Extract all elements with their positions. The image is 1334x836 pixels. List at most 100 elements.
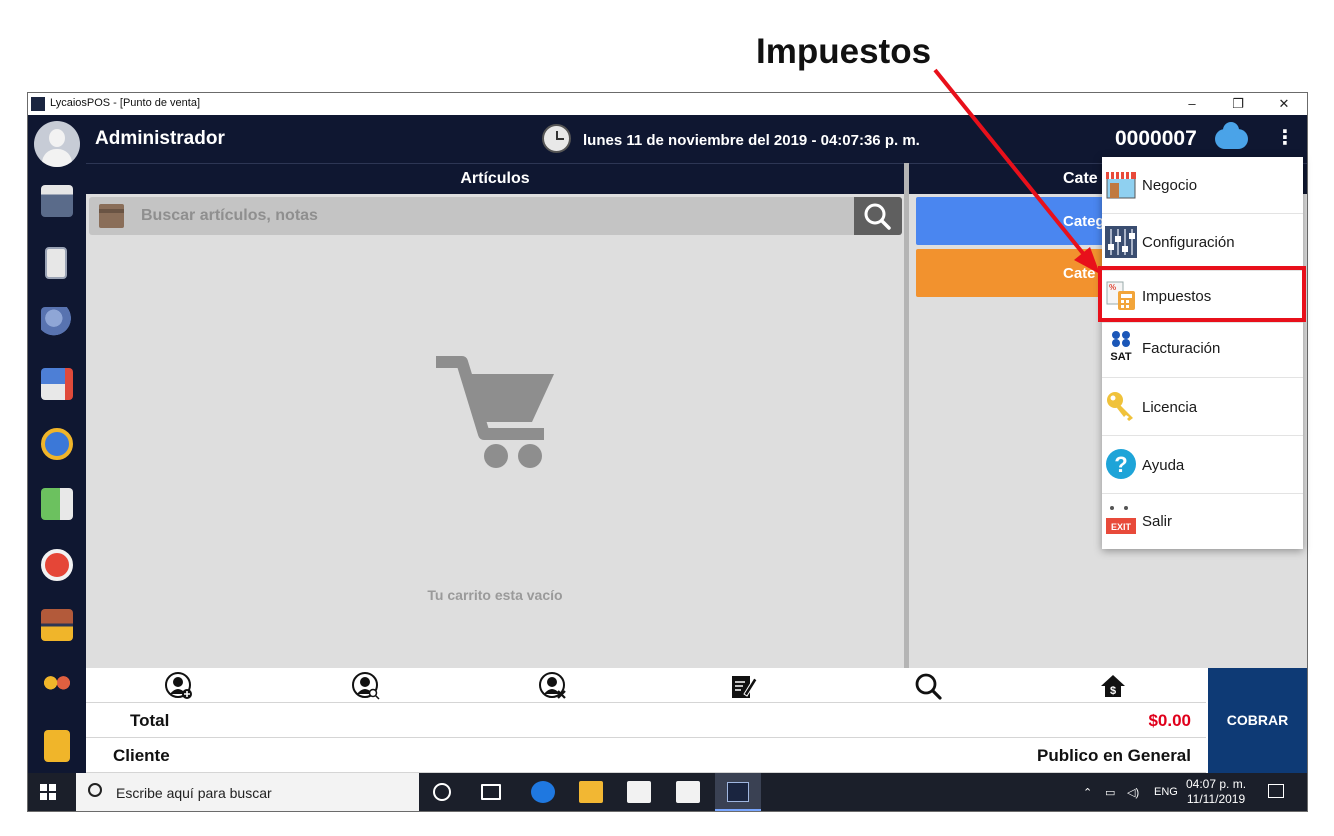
- search-client-icon[interactable]: [352, 672, 380, 700]
- ticket-number: 0000007: [1115, 127, 1197, 150]
- minimize-button[interactable]: –: [1169, 93, 1215, 115]
- category-label: Cate: [1063, 265, 1096, 282]
- cortana-icon[interactable]: [433, 783, 451, 801]
- sidebar-pos-register-icon[interactable]: [41, 185, 73, 217]
- window-titlebar: LycaiosPOS - [Punto de venta] – ❐ ✕: [28, 93, 1307, 115]
- client-value: Publico en General: [1037, 746, 1191, 765]
- total-amount: $0.00: [1148, 711, 1191, 730]
- mail-app-icon[interactable]: [676, 781, 700, 803]
- clock-icon: [542, 124, 571, 153]
- sidebar-users-icon[interactable]: [41, 670, 73, 702]
- category-label: Categ: [1063, 213, 1105, 230]
- cash-house-icon[interactable]: $: [1099, 672, 1127, 700]
- taskbar-search-placeholder: Escribe aquí para buscar: [116, 785, 272, 801]
- menu-label: Configuración: [1142, 234, 1235, 251]
- menu-label: Impuestos: [1142, 288, 1212, 305]
- exit-icon: EXIT: [1106, 506, 1136, 534]
- search-bar: [89, 197, 902, 235]
- lycaiospos-app-icon: [727, 782, 749, 802]
- empty-cart-message: Tu carrito esta vacío: [427, 587, 563, 603]
- menu-label: Salir: [1142, 513, 1173, 530]
- system-clock[interactable]: 04:07 p. m. 11/11/2019: [1186, 777, 1246, 807]
- menu-label: Negocio: [1142, 177, 1198, 194]
- taskbar-search-icon: [88, 783, 102, 797]
- windows-taskbar: Escribe aquí para buscar ⌃ ▭ ◁) ENG 04:0…: [28, 773, 1307, 811]
- current-datetime: lunes 11 de noviembre del 2019 - 04:07:3…: [583, 132, 920, 149]
- sidebar-timer-icon[interactable]: [41, 549, 73, 581]
- box-icon[interactable]: [99, 204, 124, 228]
- articles-panel-title: Artículos: [86, 163, 904, 194]
- sidebar-reports-icon[interactable]: [41, 368, 73, 400]
- sat-icon-text: SAT: [1110, 351, 1131, 362]
- store-app-icon[interactable]: [627, 781, 651, 803]
- store-icon: [1106, 172, 1136, 199]
- windows-start-icon[interactable]: [40, 784, 56, 800]
- sidebar-tickets-icon[interactable]: [44, 730, 70, 762]
- sidebar: [28, 115, 86, 773]
- user-avatar-icon[interactable]: [34, 121, 80, 167]
- categories-title-text: Cate: [1063, 170, 1098, 187]
- menu-label: Ayuda: [1142, 457, 1185, 474]
- system-date: 11/11/2019: [1186, 792, 1246, 806]
- notifications-icon[interactable]: [1268, 784, 1284, 798]
- sidebar-cash-icon[interactable]: [41, 488, 73, 520]
- menu-label: Licencia: [1142, 399, 1198, 416]
- options-dropdown-menu: Negocio Configuración % Impuestos SAT Fa…: [1102, 157, 1303, 549]
- menu-item-licencia[interactable]: Licencia: [1102, 378, 1303, 436]
- pay-button[interactable]: COBRAR: [1208, 668, 1307, 773]
- tray-expand-icon[interactable]: ⌃: [1083, 786, 1092, 799]
- sidebar-clients-icon[interactable]: [41, 307, 73, 339]
- app-header: Administrador lunes 11 de noviembre del …: [86, 115, 1307, 163]
- close-button[interactable]: ✕: [1261, 93, 1307, 115]
- menu-item-ayuda[interactable]: ? Ayuda: [1102, 436, 1303, 494]
- remove-client-icon[interactable]: [539, 672, 567, 700]
- menu-label: Facturación: [1142, 340, 1221, 357]
- action-toolbar: $: [86, 668, 1206, 703]
- sliders-icon: [1105, 226, 1137, 258]
- calculator-icon: %: [1106, 281, 1135, 310]
- help-icon-text: ?: [1114, 452, 1127, 477]
- sidebar-notes-icon[interactable]: [45, 247, 67, 279]
- cloud-sync-icon[interactable]: [1215, 122, 1248, 149]
- menu-item-configuracion[interactable]: Configuración: [1102, 214, 1303, 271]
- search-product-icon[interactable]: [914, 672, 942, 700]
- svg-text:$: $: [1110, 685, 1116, 697]
- key-icon: [1107, 392, 1133, 421]
- system-time: 04:07 p. m.: [1186, 777, 1247, 791]
- window-title: LycaiosPOS - [Punto de venta]: [50, 97, 201, 109]
- menu-item-impuestos[interactable]: % Impuestos: [1102, 271, 1303, 323]
- add-client-icon[interactable]: [165, 672, 193, 700]
- menu-item-negocio[interactable]: Negocio: [1102, 157, 1303, 214]
- volume-icon[interactable]: ◁): [1127, 786, 1139, 799]
- articles-panel: Tu carrito esta vacío: [86, 194, 904, 668]
- total-label: Total: [130, 711, 170, 730]
- edge-browser-icon[interactable]: [531, 781, 555, 803]
- menu-item-facturacion[interactable]: SAT Facturación: [1102, 323, 1303, 378]
- annotation-title: Impuestos: [756, 32, 932, 71]
- client-row: Cliente Publico en General: [86, 738, 1206, 773]
- search-input[interactable]: [141, 202, 841, 230]
- sat-icon: SAT: [1110, 331, 1132, 362]
- restore-button[interactable]: ❐: [1215, 93, 1261, 115]
- empty-cart-icon: [436, 356, 554, 468]
- network-icon[interactable]: ▭: [1105, 786, 1115, 799]
- more-menu-icon[interactable]: ⋮: [1275, 128, 1295, 148]
- sidebar-top-products-icon[interactable]: [41, 428, 73, 460]
- search-icon: [864, 203, 891, 230]
- sidebar-inventory-icon[interactable]: [41, 609, 73, 641]
- search-button[interactable]: [854, 197, 902, 235]
- client-label: Cliente: [113, 746, 170, 765]
- language-indicator[interactable]: ENG: [1154, 786, 1178, 798]
- edit-note-icon[interactable]: [730, 672, 758, 700]
- taskbar-search-box[interactable]: Escribe aquí para buscar: [76, 773, 419, 811]
- app-logo-icon: [31, 97, 45, 111]
- svg-text:%: %: [1109, 283, 1116, 292]
- help-icon: ?: [1106, 449, 1136, 479]
- task-view-icon[interactable]: [481, 784, 501, 800]
- user-name: Administrador: [95, 128, 225, 149]
- taskbar-lycaiospos-button[interactable]: [715, 773, 761, 811]
- file-explorer-icon[interactable]: [579, 781, 603, 803]
- menu-item-salir[interactable]: EXIT Salir: [1102, 494, 1303, 549]
- total-row: Total $0.00: [86, 703, 1206, 738]
- screenshot-stage: Impuestos LycaiosPOS - [Punto de venta] …: [0, 0, 1334, 836]
